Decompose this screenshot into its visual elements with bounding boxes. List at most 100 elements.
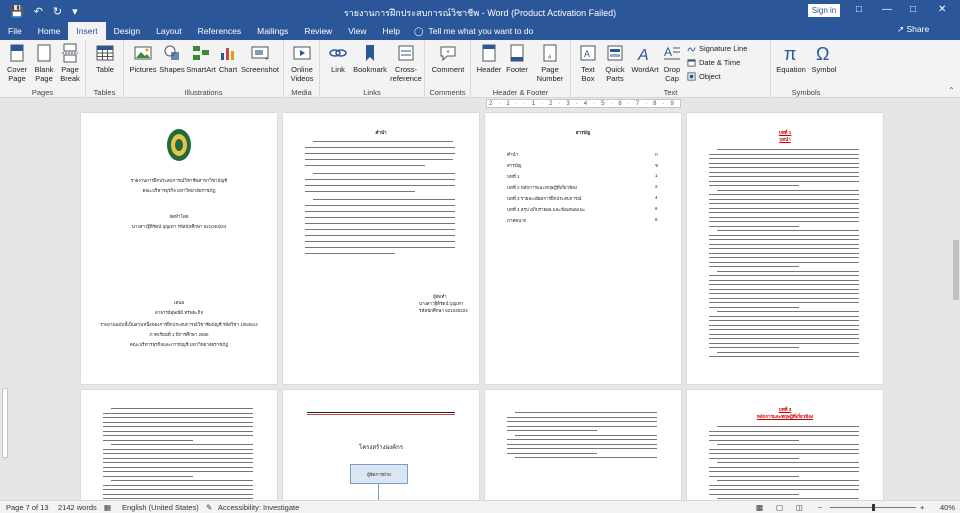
pictures-button[interactable]: Pictures xyxy=(128,43,158,74)
collapse-ribbon-icon[interactable]: ⌃ xyxy=(948,86,955,95)
text-line xyxy=(103,426,253,427)
language-indicator[interactable]: English (United States) xyxy=(122,503,199,512)
toc-entry-label[interactable]: บทที่ 1 xyxy=(507,173,520,180)
table-button[interactable]: Table xyxy=(92,43,118,74)
tab-references[interactable]: References xyxy=(190,22,249,40)
page-6[interactable]: โครงสร้างองค์กร ผู้จัดการฝ่าย xyxy=(283,390,479,500)
calendar-icon xyxy=(687,59,696,67)
header-label: Header xyxy=(476,65,502,74)
quick-parts-button[interactable]: Quick Parts xyxy=(601,43,629,83)
page-5[interactable] xyxy=(81,390,277,500)
bookmark-button[interactable]: Bookmark xyxy=(352,43,388,74)
tab-mailings[interactable]: Mailings xyxy=(249,22,296,40)
zoom-slider-thumb[interactable] xyxy=(872,504,875,511)
tab-insert[interactable]: Insert xyxy=(68,22,106,40)
page-8[interactable]: บทที่ 3 หลักการและทฤษฎีที่เกี่ยวข้อง xyxy=(687,390,883,500)
vertical-ruler[interactable] xyxy=(0,110,10,500)
sign-in-button[interactable]: Sign in xyxy=(808,4,840,17)
word-count[interactable]: 2142 words xyxy=(58,503,97,512)
web-layout-icon[interactable]: ◫ xyxy=(796,503,803,512)
footer-label: Footer xyxy=(506,65,528,74)
smartart-button[interactable]: SmartArt xyxy=(186,43,216,74)
redo-icon[interactable]: ↻ xyxy=(53,5,62,18)
accessibility-status[interactable]: Accessibility: Investigate xyxy=(218,503,299,512)
tab-design[interactable]: Design xyxy=(106,22,148,40)
bookmark-icon xyxy=(366,45,374,61)
toc-entry-label[interactable]: บทที่ 4 สรุป อภิปรายผล และข้อเสนอแนะ xyxy=(507,206,585,213)
cover-page-button[interactable]: Cover Page xyxy=(4,43,30,83)
zoom-in-icon[interactable]: + xyxy=(920,503,924,512)
blank-page-button[interactable]: Blank Page xyxy=(32,43,56,83)
cross-reference-label: Cross-reference xyxy=(390,65,422,83)
drop-cap-button[interactable]: A Drop Cap xyxy=(661,43,683,83)
tab-view[interactable]: View xyxy=(340,22,374,40)
customize-qat-icon[interactable]: ▾ xyxy=(72,5,78,18)
page-count[interactable]: Page 7 of 13 xyxy=(6,503,49,512)
vertical-scrollbar[interactable] xyxy=(952,110,960,500)
page-break-button[interactable]: Page Break xyxy=(58,43,82,83)
footer-button[interactable]: Footer xyxy=(503,43,531,74)
online-videos-button[interactable]: Online Videos xyxy=(288,43,316,83)
print-layout-icon[interactable]: ▢ xyxy=(776,503,783,512)
preface-sign-name: นางสาวฐิติรัตน์ บุญเทา xyxy=(419,301,464,306)
share-button[interactable]: ↗ Share xyxy=(897,24,929,35)
screenshot-button[interactable]: + Screenshot xyxy=(240,43,280,74)
page-7[interactable] xyxy=(485,390,681,500)
chart-icon xyxy=(221,48,234,60)
org-chart-box: ผู้จัดการฝ่าย xyxy=(350,464,408,484)
read-mode-icon[interactable]: ▩ xyxy=(756,503,763,512)
minimize-icon[interactable]: — xyxy=(882,4,892,15)
text-line xyxy=(709,306,799,308)
page-3[interactable]: สารบัญ คำนำกสารบัญขบทที่ 1 1 บทที่ 2 หลักก… xyxy=(485,113,681,384)
page-1[interactable]: รายงานการฝึกประสบการณ์วิชาชีพสาขาวิชาบัญ… xyxy=(81,113,277,384)
undo-icon[interactable]: ↶ xyxy=(34,5,43,18)
shapes-button[interactable]: Shapes xyxy=(158,43,186,74)
chart-button[interactable]: Chart xyxy=(216,43,240,74)
date-time-button[interactable]: Date & Time xyxy=(687,58,740,67)
toc-entry-label[interactable]: ภาคผนวก xyxy=(507,217,526,224)
wordart-button[interactable]: A WordArt xyxy=(629,43,661,74)
group-label-header-footer: Header & Footer xyxy=(492,88,549,97)
text-line xyxy=(709,347,799,348)
text-line xyxy=(507,416,657,418)
text-line xyxy=(709,484,859,486)
tell-me-box[interactable]: ◯ Tell me what you want to do xyxy=(414,22,533,40)
page-number-label: Page Number xyxy=(536,65,564,83)
zoom-level[interactable]: 40% xyxy=(940,503,955,512)
close-icon[interactable]: ✕ xyxy=(938,4,946,15)
tab-help[interactable]: Help xyxy=(374,22,407,40)
equation-button[interactable]: π Equation xyxy=(775,43,807,74)
cross-reference-button[interactable]: Cross-reference xyxy=(390,43,422,83)
tab-home[interactable]: Home xyxy=(30,22,69,40)
zoom-out-icon[interactable]: − xyxy=(818,503,822,512)
scrollbar-thumb[interactable] xyxy=(953,240,959,300)
tab-layout[interactable]: Layout xyxy=(148,22,190,40)
group-label-tables: Tables xyxy=(93,88,116,97)
table-label: Table xyxy=(96,65,114,74)
symbol-button[interactable]: Ω Symbol xyxy=(809,43,839,74)
page-number-button[interactable]: # Page Number xyxy=(533,43,567,83)
zoom-slider[interactable] xyxy=(830,504,916,511)
link-button[interactable]: Link xyxy=(326,43,350,74)
object-button[interactable]: Object xyxy=(687,72,721,81)
toc-entry-label[interactable]: สารบัญ xyxy=(507,162,521,169)
toc-entry-label[interactable]: บทที่ 2 หลักการและทฤษฎีที่เกี่ยวข้อง xyxy=(507,184,577,191)
signature-line-button[interactable]: Signature Line xyxy=(687,44,747,53)
text-line xyxy=(103,466,253,468)
comment-button[interactable]: + Comment xyxy=(429,43,467,74)
toc-entry-label[interactable]: บทที่ 3 รายละเอียดการฝึกประสบการณ์ xyxy=(507,195,582,202)
toc-entry-label[interactable]: คำนำ xyxy=(507,151,518,158)
text-line xyxy=(103,439,193,441)
horizontal-ruler[interactable]: 2 · 1 · · 1 · 2 · 3 · 4 · 5 · 6 · 7 · 8 · 9 xyxy=(486,99,681,108)
ribbon-display-icon[interactable]: □ xyxy=(856,4,862,15)
tab-file[interactable]: File xyxy=(0,22,30,40)
page-2[interactable]: คำนำ ผู้จัดทำ นางสาวฐิติรัตน์ บุญเทา รหั… xyxy=(283,113,479,384)
save-icon[interactable]: 💾 xyxy=(10,5,24,18)
maximize-icon[interactable]: □ xyxy=(910,4,916,15)
tab-review[interactable]: Review xyxy=(296,22,340,40)
text-box-button[interactable]: A Text Box xyxy=(575,43,601,83)
proofing-icon[interactable]: ▦ xyxy=(104,503,111,512)
text-line xyxy=(709,180,859,182)
header-button[interactable]: Header xyxy=(475,43,503,74)
page-4[interactable]: บทที่ 1 บทนำ xyxy=(687,113,883,384)
